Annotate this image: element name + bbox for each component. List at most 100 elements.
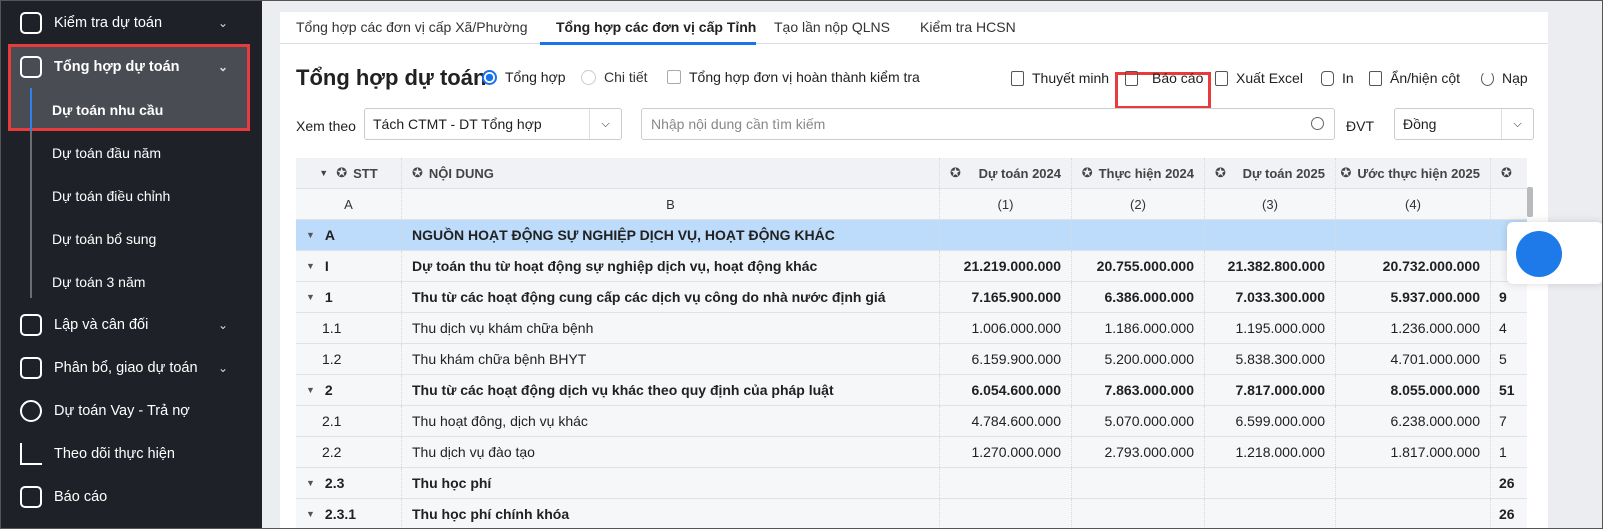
table-row[interactable]: 2.2Thu dịch vụ đào tạo1.270.000.0002.793… — [296, 437, 1527, 468]
checkbox-hoan-thanh[interactable]: Tổng hợp đơn vị hoàn thành kiểm tra — [667, 69, 920, 85]
caret-down-icon[interactable]: ▼ — [306, 230, 315, 240]
tab-tao-lan-nop[interactable]: Tạo lần nộp QLNS — [774, 19, 890, 35]
column-header-uoc-thuc-hien-2025[interactable]: ✪Ước thực hiện 2025 — [1336, 158, 1491, 188]
cell-text: 2.1 — [322, 413, 341, 429]
floating-assistant-button[interactable] — [1507, 222, 1603, 284]
cell-text: 1.817.000.000 — [1390, 444, 1480, 460]
sidebar-subitem-du-toan-dau-nam[interactable]: Dự toán đầu năm — [0, 131, 262, 174]
table-row[interactable]: ▼ANGUỒN HOẠT ĐỘNG SỰ NGHIỆP DỊCH VỤ, HOẠ… — [296, 220, 1527, 251]
sidebar-item-kiem-tra-du-toan[interactable]: Kiểm tra dự toán⌄ — [0, 1, 262, 44]
column-header-thuc-hien-2024[interactable]: ✪Thực hiện 2024 — [1072, 158, 1205, 188]
subheader-cell: B — [402, 189, 940, 219]
table-row[interactable]: 1.2 Thu khám chữa bệnh BHYT 6.159.900.000 5… — [296, 344, 1527, 375]
thuyet-minh-button[interactable]: Thuyết minh — [1011, 70, 1109, 86]
cell-text: 6.599.000.000 — [1235, 413, 1325, 429]
sidebar-item-vay-tra-no[interactable]: Dự toán Vay - Trả nợ — [0, 389, 262, 432]
cell-text: 26 — [1499, 475, 1515, 491]
vertical-scrollbar[interactable] — [1527, 187, 1533, 217]
column-header-noi-dung[interactable]: ✪NỘI DUNG — [402, 158, 940, 188]
subheader-cell: (1) — [940, 189, 1072, 219]
cell-v2: 7.863.000.000 — [1072, 375, 1205, 405]
xuat-excel-button[interactable]: Xuất Excel — [1215, 70, 1303, 86]
cell-v1 — [940, 220, 1072, 250]
an-hien-cot-button[interactable]: Ẩn/hiện cột — [1369, 70, 1460, 86]
cell-text: 2.3 — [325, 475, 344, 491]
sidebar-subitem-du-toan-3-nam[interactable]: Dự toán 3 năm — [0, 260, 262, 303]
sidebar-item-phan-bo[interactable]: Phân bổ, giao dự toán⌄ — [0, 346, 262, 389]
bao-cao-button[interactable]: Báo cáo — [1125, 70, 1203, 86]
cell-content: Thu khám chữa bệnh BHYT — [402, 344, 940, 374]
caret-down-icon[interactable]: ▼ — [306, 261, 315, 271]
cell-v1 — [940, 468, 1072, 498]
table-row[interactable]: ▼1Thu từ các hoạt động cung cấp các dịch… — [296, 282, 1527, 313]
radio-chi-tiet[interactable]: Chi tiết — [581, 69, 648, 85]
sidebar-item-tong-hop-du-toan[interactable]: Tổng hợp dự toán⌄ — [0, 45, 262, 88]
chevron-down-icon: ⌵ — [1501, 109, 1533, 139]
cell-text: 7.033.300.000 — [1235, 289, 1325, 305]
printer-icon — [1321, 71, 1334, 86]
cell-v3 — [1205, 220, 1336, 250]
dvt-select[interactable]: Đồng⌵ — [1394, 108, 1534, 140]
cell-v3: 7.817.000.000 — [1205, 375, 1336, 405]
cell-content: Thu học phí — [402, 468, 940, 498]
distribute-icon — [20, 357, 42, 379]
cell-text: 2.3.1 — [325, 506, 356, 522]
cell-text: 7.863.000.000 — [1104, 382, 1194, 398]
cell-stt: ▼ 2.3 — [296, 468, 402, 498]
caret-down-icon[interactable]: ▼ — [306, 478, 315, 488]
xem-theo-select[interactable]: Tách CTMT - DT Tổng hợp⌵ — [364, 108, 622, 140]
cell-stt: 1.2 — [296, 344, 402, 374]
column-header-du-toan-2025[interactable]: ✪Dự toán 2025 — [1205, 158, 1336, 188]
table-subheader: A B (1) (2) (3) (4) — [296, 189, 1527, 220]
caret-down-icon[interactable]: ▼ — [306, 509, 315, 519]
table-row[interactable]: 2.1Thu hoạt đông, dịch vụ khác4.784.600.… — [296, 406, 1527, 437]
sidebar-item-theo-doi[interactable]: Theo dõi thực hiện — [0, 432, 262, 475]
radio-tong-hop[interactable]: Tổng hợp — [482, 69, 566, 85]
inbox-icon — [20, 12, 42, 34]
cell-text: 9 — [1499, 289, 1507, 305]
nap-button[interactable]: Nạp — [1481, 70, 1528, 86]
tab-kiem-tra-hcsn[interactable]: Kiểm tra HCSN — [920, 19, 1016, 35]
table-row[interactable]: ▼2.3.1Thu học phí chính khóa26 — [296, 499, 1527, 529]
pin-icon: ✪ — [950, 165, 961, 181]
sidebar-subitem-du-toan-bo-sung[interactable]: Dự toán bổ sung — [0, 217, 262, 260]
cell-v2: 1.186.000.000 — [1072, 313, 1205, 343]
cell-text: 1.270.000.000 — [971, 444, 1061, 460]
cell-text: 6.054.600.000 — [971, 382, 1061, 398]
print-button[interactable]: In — [1321, 70, 1354, 86]
cell-content: Thu từ các hoạt động dịch vụ khác theo q… — [402, 375, 940, 405]
tab-cap-tinh[interactable]: Tổng hợp các đơn vị cấp Tỉnh — [556, 19, 756, 35]
column-header-stt[interactable]: ▼✪STT — [296, 158, 402, 188]
cell-text: Thu dịch vụ khám chữa bệnh — [412, 320, 593, 336]
cell-text: Thu khám chữa bệnh BHYT — [412, 351, 586, 367]
sidebar-subitem-du-toan-nhu-cau[interactable]: Dự toán nhu cầu — [0, 88, 262, 131]
cell-v1: 7.165.900.000 — [940, 282, 1072, 312]
cell-v5: 1 — [1491, 437, 1527, 467]
cell-text: 6.159.900.000 — [971, 351, 1061, 367]
table-row[interactable]: ▼ 2.3 Thu học phí 26 — [296, 468, 1527, 499]
table-row[interactable]: ▼IDự toán thu từ hoạt động sự nghiệp dịc… — [296, 251, 1527, 282]
cell-v3: 6.599.000.000 — [1205, 406, 1336, 436]
subheader-cell: A — [296, 189, 402, 219]
cell-text: Thu học phí — [412, 475, 491, 491]
caret-down-icon[interactable]: ▼ — [306, 385, 315, 395]
table-row[interactable]: ▼2Thu từ các hoạt động dịch vụ khác theo… — [296, 375, 1527, 406]
sidebar-item-bao-cao[interactable]: Báo cáo — [0, 475, 262, 518]
table-row[interactable]: 1.1Thu dịch vụ khám chữa bệnh1.006.000.0… — [296, 313, 1527, 344]
calculator-icon — [20, 314, 42, 336]
line-chart-icon — [20, 443, 42, 465]
pin-icon: ✪ — [1215, 165, 1226, 181]
sidebar-subitem-du-toan-dieu-chinh[interactable]: Dự toán điều chỉnh — [0, 174, 262, 217]
cell-text: Thu dịch vụ đào tạo — [412, 444, 535, 460]
pin-icon: ✪ — [1501, 165, 1512, 181]
cell-text: 5.200.000.000 — [1104, 351, 1194, 367]
cell-text: 20.755.000.000 — [1097, 258, 1194, 274]
column-header-extra[interactable]: ✪ — [1491, 158, 1527, 188]
search-input[interactable]: Nhập nội dung cần tìm kiếm — [641, 108, 1335, 140]
cell-v2: 2.793.000.000 — [1072, 437, 1205, 467]
cell-content: NGUỒN HOẠT ĐỘNG SỰ NGHIỆP DỊCH VỤ, HOẠT … — [402, 220, 940, 250]
sidebar-item-lap-va-can-doi[interactable]: Lập và cân đối⌄ — [0, 303, 262, 346]
caret-down-icon[interactable]: ▼ — [306, 292, 315, 302]
column-header-du-toan-2024[interactable]: ✪Dự toán 2024 — [940, 158, 1072, 188]
tab-xa-phuong[interactable]: Tổng hợp các đơn vị cấp Xã/Phường — [296, 19, 528, 35]
